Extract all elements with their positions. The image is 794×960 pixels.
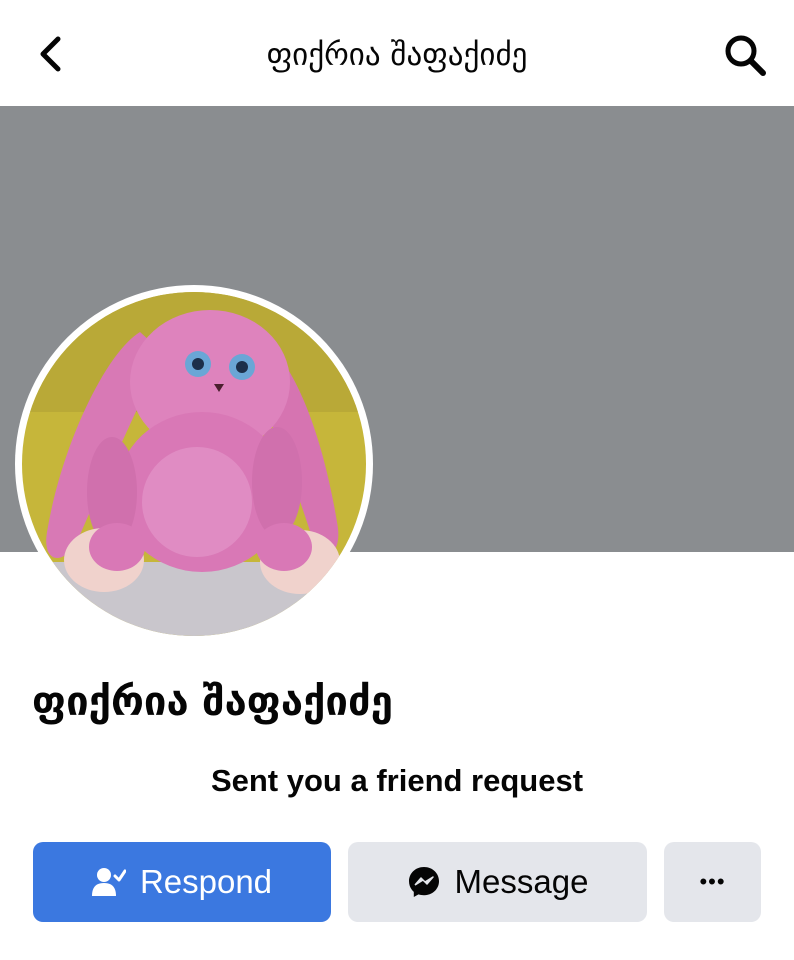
friend-request-status: Sent you a friend request bbox=[210, 763, 584, 798]
more-options-button[interactable]: ••• bbox=[664, 842, 761, 922]
message-button-label: Message bbox=[454, 863, 589, 900]
message-button[interactable]: Message bbox=[348, 842, 647, 922]
chevron-left-icon bbox=[40, 36, 61, 72]
profile-name: ფიქრია შაფაქიძე bbox=[32, 679, 393, 725]
pink-knitted-bunny-avatar bbox=[22, 292, 366, 636]
person-check-icon bbox=[91, 867, 126, 897]
messenger-icon bbox=[407, 865, 441, 899]
page-title: ფიქრია შაფაქიძე bbox=[266, 37, 528, 73]
search-button[interactable] bbox=[718, 28, 772, 82]
respond-button-label: Respond bbox=[139, 863, 273, 900]
back-button[interactable] bbox=[30, 32, 70, 76]
respond-button[interactable]: Respond bbox=[33, 842, 331, 922]
search-icon bbox=[725, 35, 766, 76]
top-navigation-bar: ფიქრია შაფაქიძე bbox=[0, 0, 794, 106]
more-dots-icon: ••• bbox=[699, 869, 726, 894]
profile-avatar[interactable] bbox=[15, 285, 373, 643]
